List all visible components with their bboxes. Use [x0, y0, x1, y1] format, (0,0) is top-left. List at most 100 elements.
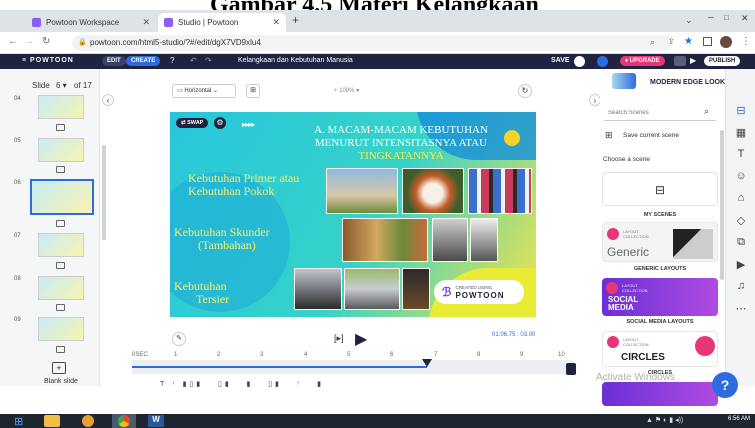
motorcycle-photo[interactable] — [294, 268, 342, 310]
refresh-icon[interactable]: ↻ — [518, 84, 532, 98]
style-thumbnail[interactable] — [612, 73, 636, 89]
zoom-control[interactable]: + 100% ▾ — [334, 87, 359, 94]
add-blank-slide-button[interactable]: + — [52, 362, 66, 374]
slide-thumbnail-8[interactable] — [38, 276, 84, 300]
publish-button[interactable]: PUBLISH — [704, 56, 741, 66]
jewelry-photo[interactable] — [402, 268, 430, 310]
style-name[interactable]: MODERN EDGE LOOK — [650, 79, 725, 86]
close-icon[interactable]: ✕ — [272, 17, 280, 28]
props-icon[interactable]: ⌂ — [734, 192, 748, 204]
user-avatar[interactable] — [597, 56, 608, 67]
help-button[interactable]: ? — [712, 372, 738, 398]
my-scenes-card[interactable]: ⊟ — [602, 172, 718, 206]
food-photo[interactable] — [402, 168, 464, 214]
save-current-scene-link[interactable]: Save current scene — [623, 132, 679, 139]
close-icon[interactable]: ✕ — [142, 17, 150, 28]
slide-transition-icon[interactable] — [56, 346, 65, 353]
swap-button[interactable]: ⇄ SWAP — [176, 118, 209, 128]
slide-transition-icon[interactable] — [56, 124, 65, 131]
scenes-icon[interactable]: ⊟ — [734, 104, 748, 117]
word-icon[interactable]: W — [148, 415, 164, 427]
chrome-taskbar-button[interactable] — [112, 414, 136, 428]
brush-icon[interactable]: ✎ — [172, 332, 186, 346]
slides-scrollbar[interactable] — [102, 145, 106, 240]
generic-layouts-card[interactable]: LAYOUT COLLECTION Generic — [602, 222, 718, 262]
shapes-icon[interactable]: ◇ — [734, 214, 748, 227]
slide-thumbnail-9[interactable] — [38, 317, 84, 341]
search-scenes-input[interactable] — [604, 110, 694, 116]
help-icon[interactable]: ? — [170, 56, 174, 65]
grid-icon[interactable]: ⊞ — [246, 84, 260, 98]
file-explorer-icon[interactable] — [44, 415, 60, 427]
timeline-elements-row[interactable]: T ⁷ ▮▯▮ ▯▮ ▮ ▯▮ ⁷ ▮ — [160, 380, 410, 392]
slide-transition-icon[interactable] — [56, 220, 65, 227]
url-field[interactable]: 🔒 powtoon.com/html5-studio/?#/edit/dgX7V… — [72, 35, 672, 51]
settings-gear-icon[interactable]: ⚙ — [214, 117, 226, 129]
save-scene-icon[interactable]: ⊞ — [605, 130, 613, 141]
zoom-lens-icon[interactable]: ⌕ — [650, 37, 655, 48]
play-button[interactable]: ▶ — [355, 329, 367, 349]
save-button[interactable]: SAVE — [551, 57, 570, 64]
forward-icon[interactable]: → — [24, 36, 34, 47]
next-layout-card[interactable] — [602, 382, 718, 406]
timeline-end-icon[interactable] — [566, 363, 576, 375]
menu-kebab-icon[interactable]: ⋮ — [741, 36, 751, 47]
firefox-icon[interactable] — [82, 415, 94, 427]
music-icon[interactable]: ♫ — [734, 280, 748, 292]
upgrade-button[interactable]: ♦ UPGRADE — [620, 56, 665, 66]
create-mode-button[interactable]: CREATE — [126, 56, 161, 66]
collapse-slides-icon[interactable]: ‹ — [102, 94, 114, 106]
printer-photo[interactable] — [470, 218, 498, 262]
window-close-icon[interactable]: ✕ — [741, 13, 749, 24]
project-title[interactable]: Kelangkaan dan Kebutuhan Manusia — [238, 57, 353, 64]
preview-scene-icon[interactable]: [▸] — [334, 333, 344, 344]
circles-card[interactable]: LAYOUT COLLECTION CIRCLES — [602, 331, 718, 367]
slide-thumbnail-6-selected[interactable] — [30, 179, 94, 215]
slide-transition-icon[interactable] — [56, 262, 65, 269]
backgrounds-icon[interactable]: ▦ — [734, 126, 748, 139]
slide-transition-icon[interactable] — [56, 166, 65, 173]
social-media-card[interactable]: LAYOUT COLLECTION SOCIAL MEDIA — [602, 278, 718, 316]
undo-icon[interactable]: ↶ — [190, 56, 197, 65]
preview-icon[interactable] — [674, 56, 686, 66]
search-scenes[interactable]: ⌕ — [604, 106, 716, 121]
characters-icon[interactable]: ☺ — [734, 170, 748, 182]
tab-search-icon[interactable]: ⌄ — [685, 15, 693, 26]
slide-thumbnail-5[interactable] — [38, 138, 84, 162]
play-preview-icon[interactable]: ▶ — [690, 56, 696, 65]
minimize-icon[interactable]: – — [708, 12, 714, 23]
tab-studio-powtoon[interactable]: Studio | Powtoon ✕ — [158, 13, 286, 32]
clothes-photo[interactable] — [468, 168, 532, 214]
windows-start-icon[interactable]: ⊞ — [14, 415, 23, 428]
house-photo[interactable] — [326, 168, 398, 214]
back-icon[interactable]: ← — [8, 36, 18, 47]
timeline-track[interactable] — [132, 360, 572, 374]
share-icon[interactable]: ⇪ — [668, 37, 675, 46]
profile-avatar[interactable] — [720, 36, 732, 48]
slide-canvas[interactable]: ⇄ SWAP ⚙ ▸▸▸▸ A. MACAM-MACAM KEBUTUHAN M… — [170, 112, 536, 317]
collaborator-icon[interactable] — [574, 56, 585, 67]
tab-powtoon-workspace[interactable]: Powtoon Workspace ✕ — [26, 13, 156, 32]
powtoon-logo[interactable]: ≡ POWTOON — [22, 57, 74, 64]
car-photo[interactable] — [344, 268, 400, 310]
slide-selector[interactable]: 6 ▾ — [56, 81, 67, 90]
orientation-dropdown[interactable]: ▭ Horizontal ⌄ — [172, 84, 236, 98]
new-tab-icon[interactable]: + — [292, 13, 299, 27]
laptop-photo[interactable] — [432, 218, 468, 262]
system-tray-icons[interactable]: ▲ ⚑ ◐ ▮ ◂)) — [646, 416, 683, 424]
edit-mode-button[interactable]: EDIT — [102, 56, 126, 66]
more-icon[interactable]: ⋯ — [734, 302, 748, 315]
maximize-icon[interactable]: □ — [724, 13, 729, 22]
scenes-scrollbar[interactable] — [720, 130, 724, 280]
redo-icon[interactable]: ↷ — [205, 56, 212, 65]
slide-transition-icon[interactable] — [56, 304, 65, 311]
slide-thumbnail-7[interactable] — [38, 233, 84, 257]
sidepanel-icon[interactable] — [703, 37, 712, 46]
kitchenware-photo[interactable] — [342, 218, 428, 262]
bookmark-star-icon[interactable]: ★ — [684, 36, 693, 47]
playhead-marker[interactable] — [421, 359, 432, 367]
video-icon[interactable]: ▶ — [734, 258, 748, 271]
text-icon[interactable]: T — [734, 148, 748, 160]
reload-icon[interactable]: ↻ — [42, 36, 50, 47]
media-icon[interactable]: ⧉ — [734, 236, 748, 249]
